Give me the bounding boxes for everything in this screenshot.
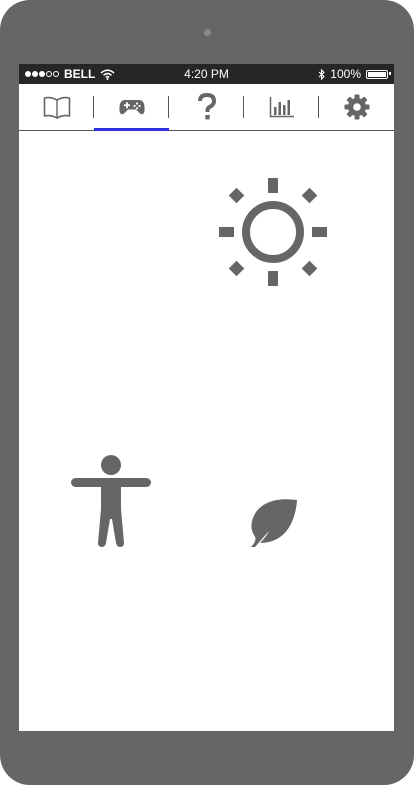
tab-settings[interactable] (319, 84, 394, 130)
bar-chart-icon (269, 97, 294, 118)
phone-frame: BELL 4:20 PM 100% (0, 0, 414, 785)
tab-help[interactable] (169, 84, 244, 130)
screen: BELL 4:20 PM 100% (19, 64, 394, 731)
leaf-icon[interactable] (248, 497, 298, 547)
active-tab-indicator (94, 128, 169, 131)
battery-level (368, 71, 386, 77)
battery-icon (366, 69, 391, 79)
tab-stats[interactable] (244, 84, 319, 130)
tab-bar (19, 84, 394, 131)
bluetooth-icon (318, 68, 326, 80)
tab-book[interactable] (19, 84, 94, 130)
gamepad-icon (119, 100, 144, 115)
tab-games[interactable] (94, 84, 169, 131)
battery-percent: 100% (330, 67, 361, 81)
book-icon (43, 96, 70, 119)
camera-icon (204, 29, 211, 36)
status-bar: BELL 4:20 PM 100% (19, 64, 394, 84)
sun-icon[interactable] (218, 177, 328, 287)
gear-icon (344, 94, 369, 120)
person-icon[interactable] (71, 454, 151, 549)
status-right: 100% (318, 64, 391, 84)
question-mark-icon (197, 93, 216, 120)
